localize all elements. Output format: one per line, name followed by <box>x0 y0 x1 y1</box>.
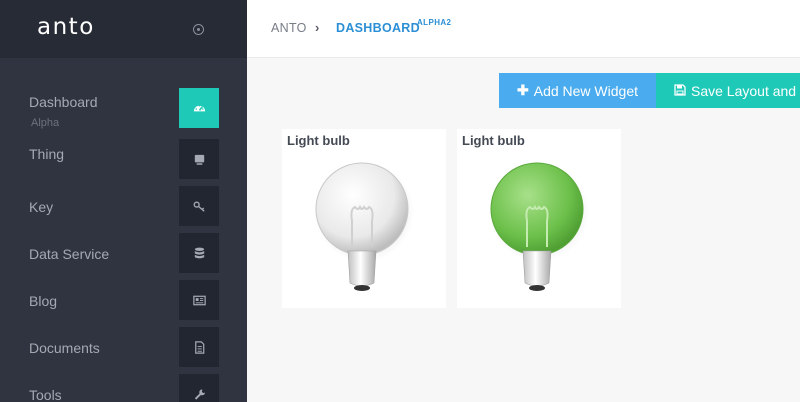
breadcrumb-current: DASHBOARD <box>336 21 420 35</box>
add-widget-button[interactable]: ✚ Add New Widget <box>499 73 656 108</box>
sidebar-item-label: Thing <box>29 146 65 162</box>
breadcrumb-chevron-icon: › <box>315 20 320 35</box>
plus-icon: ✚ <box>517 82 529 98</box>
key-icon[interactable] <box>179 186 219 226</box>
sidebar-item-sublabel: Alpha <box>31 117 60 129</box>
sidebar-item-label: Documents <box>29 340 100 356</box>
widget-title: Light bulb <box>462 133 525 148</box>
dashboard-gauge-icon[interactable] <box>179 88 219 128</box>
sidebar-item-data-service[interactable]: Data Service <box>0 233 247 273</box>
save-layout-label: Save Layout and <box>691 82 797 99</box>
sidebar: anto Dashboard Alpha Thing Key Data Serv… <box>0 0 247 402</box>
sidebar-item-tools[interactable]: Tools <box>0 374 247 402</box>
version-badge: ALPHA2 <box>417 18 452 27</box>
sidebar-header: anto <box>0 0 247 58</box>
sidebar-item-label: Tools <box>29 387 62 402</box>
sidebar-item-label: Dashboard <box>29 94 98 110</box>
sidebar-item-dashboard[interactable]: Dashboard Alpha <box>0 88 247 129</box>
database-icon[interactable] <box>179 233 219 273</box>
add-widget-label: Add New Widget <box>533 82 639 99</box>
sidebar-item-label: Key <box>29 199 54 215</box>
sidebar-item-documents[interactable]: Documents <box>0 327 247 367</box>
sidebar-item-key[interactable]: Key <box>0 186 247 226</box>
app-logo[interactable]: anto <box>37 14 95 40</box>
newspaper-icon[interactable] <box>179 280 219 320</box>
breadcrumb-root-link[interactable]: ANTO <box>271 21 307 35</box>
widget-title: Light bulb <box>287 133 350 148</box>
light-bulb-on-icon[interactable] <box>487 159 591 299</box>
light-bulb-widget-off[interactable]: Light bulb <box>282 129 446 308</box>
floppy-disk-icon <box>674 83 686 99</box>
document-icon[interactable] <box>179 327 219 367</box>
sidebar-item-label: Blog <box>29 293 58 309</box>
light-bulb-widget-on[interactable]: Light bulb <box>457 129 621 308</box>
save-layout-button[interactable]: Save Layout and <box>656 73 800 108</box>
sidebar-item-blog[interactable]: Blog <box>0 280 247 320</box>
light-bulb-off-icon[interactable] <box>312 159 416 299</box>
settings-icon[interactable] <box>193 24 204 35</box>
device-icon[interactable] <box>179 139 219 179</box>
wrench-icon[interactable] <box>179 374 219 402</box>
sidebar-item-label: Data Service <box>29 246 110 262</box>
sidebar-item-thing[interactable]: Thing <box>0 139 247 179</box>
top-header: ANTO › DASHBOARD ALPHA2 <box>247 0 800 58</box>
